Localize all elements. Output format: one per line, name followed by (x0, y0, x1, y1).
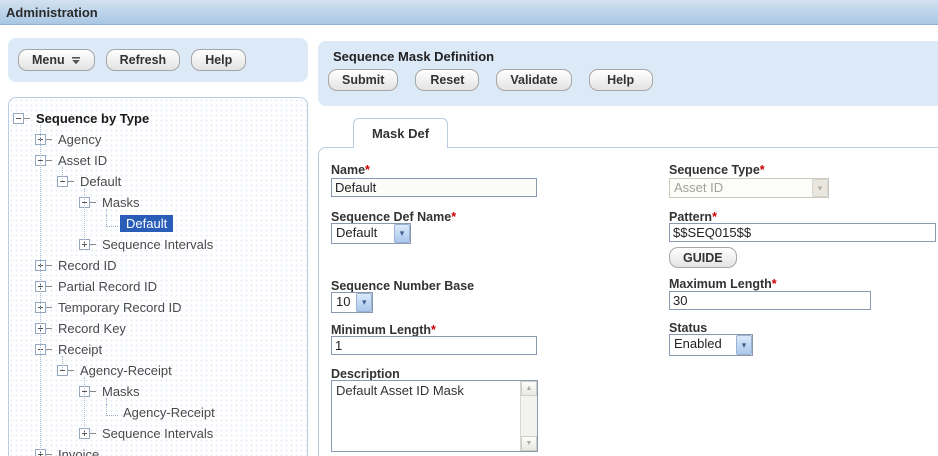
name-input[interactable] (331, 178, 537, 197)
node-dash (46, 328, 52, 329)
tree-node-default-5[interactable]: Default (9, 213, 307, 234)
node-dash (46, 265, 52, 266)
scroll-down-icon[interactable]: ▼ (521, 436, 537, 451)
tree-node-agency-receipt-14[interactable]: Agency-Receipt (9, 402, 307, 423)
chevron-down-icon: ▾ (812, 179, 828, 197)
guide-button[interactable]: GUIDE (669, 247, 737, 268)
app-header: Administration (0, 0, 938, 25)
sequence-def-name-select[interactable]: Default ▾ (331, 223, 411, 244)
tree-node-label[interactable]: Sequence Intervals (99, 425, 216, 442)
chevron-down-icon[interactable]: ▾ (356, 293, 372, 312)
leaf-connector-icon (106, 215, 118, 227)
minimum-length-input[interactable] (331, 336, 537, 355)
tree-node-label[interactable]: Record Key (55, 320, 129, 337)
tree-node-label[interactable]: Record ID (55, 257, 120, 274)
tree-guide-line (62, 167, 63, 181)
tab-mask-def[interactable]: Mask Def (353, 118, 448, 148)
node-dash (24, 118, 30, 119)
tree-node-invoice-16[interactable]: Invoice (9, 444, 307, 456)
status-select[interactable]: Enabled ▾ (669, 334, 753, 356)
tree-node-temporary-record-id-9[interactable]: Temporary Record ID (9, 297, 307, 318)
tree-node-label[interactable]: Sequence Intervals (99, 236, 216, 253)
chevron-down-icon[interactable]: ▾ (736, 335, 752, 355)
node-dash (90, 244, 96, 245)
button-label: Refresh (120, 53, 167, 67)
leaf-connector-icon (106, 404, 118, 416)
name-label: Name* (331, 161, 370, 179)
menu-button[interactable]: Menu (18, 49, 95, 71)
chevron-down-icon[interactable]: ▾ (394, 224, 410, 243)
tree-node-record-id-7[interactable]: Record ID (9, 255, 307, 276)
tree-node-asset-id-2[interactable]: Asset ID (9, 150, 307, 171)
maximum-length-input[interactable] (669, 291, 871, 310)
tree-panel: Sequence by TypeAgencyAsset IDDefaultMas… (8, 97, 308, 456)
tree-node-receipt-11[interactable]: Receipt (9, 339, 307, 360)
node-dash (68, 181, 74, 182)
node-dash (46, 454, 52, 455)
node-dash (46, 139, 52, 140)
tree-guide-line (106, 398, 107, 412)
tree-node-sequence-intervals-6[interactable]: Sequence Intervals (9, 234, 307, 255)
node-dash (46, 286, 52, 287)
tree-node-agency-1[interactable]: Agency (9, 129, 307, 150)
tree-guide-line (84, 188, 85, 244)
tree-node-label[interactable]: Sequence by Type (33, 110, 152, 127)
node-dash (90, 433, 96, 434)
button-label: Menu (32, 53, 65, 67)
tree-node-masks-13[interactable]: Masks (9, 381, 307, 402)
tree-node-partial-record-id-8[interactable]: Partial Record ID (9, 276, 307, 297)
node-dash (90, 391, 96, 392)
tree: Sequence by TypeAgencyAsset IDDefaultMas… (9, 98, 307, 456)
page-title: Administration (6, 5, 98, 20)
scroll-up-icon[interactable]: ▲ (521, 381, 537, 396)
help-button[interactable]: Help (589, 69, 653, 91)
description-textarea[interactable]: Default Asset ID Mask (332, 381, 520, 451)
tree-guide-line (62, 356, 63, 370)
tree-guide-line (84, 377, 85, 433)
tree-node-record-key-10[interactable]: Record Key (9, 318, 307, 339)
collapse-icon[interactable] (13, 113, 24, 124)
tree-node-agency-receipt-12[interactable]: Agency-Receipt (9, 360, 307, 381)
tree-node-masks-4[interactable]: Masks (9, 192, 307, 213)
tree-node-label[interactable]: Invoice (55, 446, 102, 456)
textarea-scrollbar[interactable]: ▲ ▼ (520, 381, 537, 451)
tree-node-label[interactable]: Agency-Receipt (77, 362, 175, 379)
sequence-type-label: Sequence Type* (669, 161, 765, 179)
validate-button[interactable]: Validate (496, 69, 571, 91)
tree-guide-line (40, 125, 41, 454)
node-dash (68, 370, 74, 371)
tree-node-default-3[interactable]: Default (9, 171, 307, 192)
reset-button[interactable]: Reset (415, 69, 479, 91)
button-label: Help (205, 53, 232, 67)
node-dash (90, 202, 96, 203)
tree-node-label[interactable]: Asset ID (55, 152, 110, 169)
sequence-number-base-select[interactable]: 10 ▾ (331, 292, 373, 313)
tree-guide-line (106, 209, 107, 223)
node-dash (46, 307, 52, 308)
tree-toolbar: Menu Refresh Help (8, 38, 308, 82)
tree-node-label[interactable]: Default (120, 215, 173, 232)
node-dash (46, 160, 52, 161)
tab-label: Mask Def (372, 126, 429, 141)
tree-node-label[interactable]: Agency-Receipt (120, 404, 218, 421)
node-dash (46, 349, 52, 350)
help-button[interactable]: Help (191, 49, 246, 71)
tree-node-label[interactable]: Partial Record ID (55, 278, 160, 295)
description-field: Default Asset ID Mask ▲ ▼ (331, 380, 538, 452)
tree-node-label[interactable]: Temporary Record ID (55, 299, 185, 316)
submit-button[interactable]: Submit (328, 69, 398, 91)
main-header: Sequence Mask Definition Submit Reset Vali… (318, 41, 938, 106)
refresh-button[interactable]: Refresh (106, 49, 181, 71)
tree-node-sequence-by-type-0[interactable]: Sequence by Type (9, 108, 307, 129)
pattern-input[interactable] (669, 223, 936, 242)
section-title: Sequence Mask Definition (333, 49, 938, 64)
tree-node-label[interactable]: Agency (55, 131, 104, 148)
menu-caret-icon (71, 56, 81, 65)
mask-def-form: Name* Sequence Type* Asset ID ▾ Sequence… (318, 147, 938, 456)
tree-node-sequence-intervals-15[interactable]: Sequence Intervals (9, 423, 307, 444)
action-toolbar: Submit Reset Validate Help (328, 69, 938, 91)
sequence-type-select: Asset ID ▾ (669, 178, 829, 198)
